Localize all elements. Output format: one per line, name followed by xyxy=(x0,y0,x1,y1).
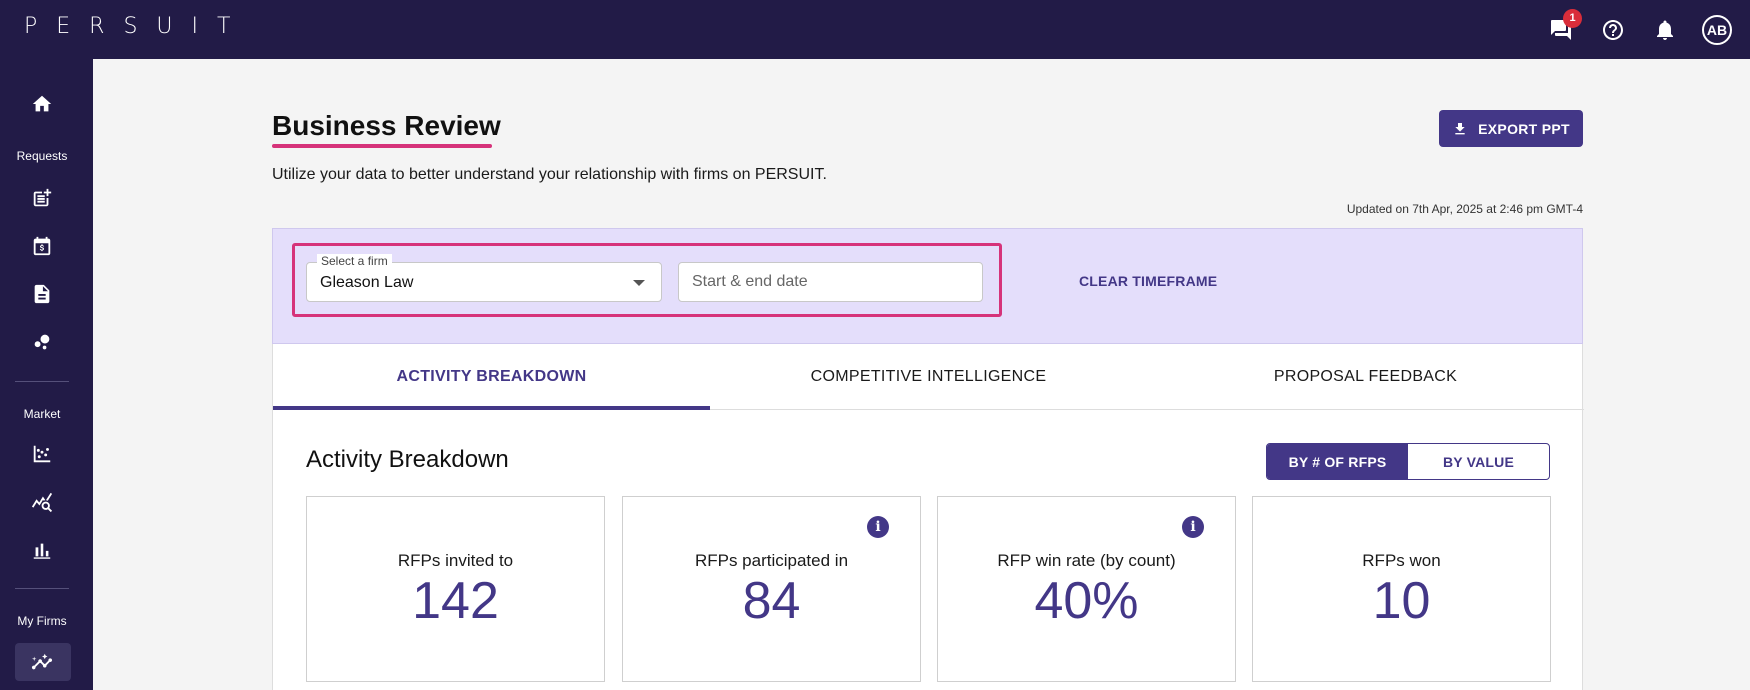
export-ppt-button[interactable]: EXPORT PPT xyxy=(1439,110,1583,147)
sidebar-item-business-review[interactable] xyxy=(26,646,58,678)
stat-label: RFPs participated in xyxy=(694,551,849,570)
notifications-button[interactable] xyxy=(1650,15,1680,45)
stat-label: RFP win rate (by count) xyxy=(997,551,1176,570)
document-icon xyxy=(34,284,50,304)
active-tab-indicator xyxy=(273,406,710,410)
tab-bar: ACTIVITY BREAKDOWN COMPETITIVE INTELLIGE… xyxy=(273,344,1584,410)
insights-icon xyxy=(31,653,53,670)
sidebar-item-bubbles[interactable] xyxy=(26,326,58,358)
stat-value: 40% xyxy=(1034,572,1139,630)
bell-icon xyxy=(1657,20,1673,40)
stat-card-invited: RFPs invited to 142 xyxy=(306,496,605,682)
calendar-dollar-icon xyxy=(33,236,51,256)
help-icon xyxy=(1603,19,1623,40)
sidebar-section-requests: Requests xyxy=(16,149,68,163)
stat-label: RFPs invited to xyxy=(397,551,514,570)
query-stats-icon xyxy=(31,492,53,513)
content-card: ACTIVITY BREAKDOWN COMPETITIVE INTELLIGE… xyxy=(272,344,1584,690)
stat-label: RFPs won xyxy=(1362,551,1441,570)
info-icon[interactable]: i xyxy=(1182,516,1204,538)
by-value-toggle[interactable]: BY VALUE xyxy=(1408,444,1549,479)
tab-activity-breakdown[interactable]: ACTIVITY BREAKDOWN xyxy=(273,344,710,410)
sidebar-item-market-bar-chart[interactable] xyxy=(26,534,58,566)
sidebar-section-market: Market xyxy=(23,407,61,421)
home-icon xyxy=(32,95,52,112)
scatter-chart-icon xyxy=(33,445,51,463)
by-rfps-toggle[interactable]: BY # OF RFPS xyxy=(1267,444,1408,479)
title-underline xyxy=(272,144,492,148)
chevron-down-icon xyxy=(633,280,645,286)
sidebar-item-home[interactable] xyxy=(26,88,58,120)
sidebar-section-my-firms: My Firms xyxy=(17,614,67,628)
updated-timestamp: Updated on 7th Apr, 2025 at 2:46 pm GMT-… xyxy=(1346,202,1583,216)
sidebar-item-pricing-calendar[interactable] xyxy=(26,230,58,262)
firm-select-value: Gleason Law xyxy=(320,274,414,291)
sidebar-item-market-search[interactable] xyxy=(26,486,58,518)
info-icon[interactable]: i xyxy=(867,516,889,538)
stat-card-won: RFPs won 10 xyxy=(1252,496,1551,682)
post-add-icon xyxy=(33,188,52,207)
section-title: Activity Breakdown xyxy=(306,446,509,473)
persuit-logo[interactable]: PERSUIT xyxy=(24,14,249,39)
page-title: Business Review xyxy=(272,110,501,141)
stat-value: 142 xyxy=(412,572,499,630)
stat-card-participated: i RFPs participated in 84 xyxy=(622,496,921,682)
sidebar-item-new-request[interactable] xyxy=(26,182,58,214)
date-range-input[interactable] xyxy=(678,262,983,302)
top-bar: PERSUIT 1 AB xyxy=(0,0,1750,59)
view-toggle: BY # OF RFPS BY VALUE xyxy=(1266,443,1550,480)
top-icons: 1 AB xyxy=(1546,0,1732,59)
tab-competitive-intelligence[interactable]: COMPETITIVE INTELLIGENCE xyxy=(710,344,1147,410)
sidebar-item-market-scatter[interactable] xyxy=(26,438,58,470)
user-avatar[interactable]: AB xyxy=(1702,14,1732,45)
sidebar: Requests Market My Firms xyxy=(0,59,93,690)
sidebar-item-documents[interactable] xyxy=(26,278,58,310)
chat-badge: 1 xyxy=(1563,8,1582,28)
stat-value: 10 xyxy=(1372,572,1431,630)
chat-button[interactable]: 1 xyxy=(1546,8,1582,45)
tab-proposal-feedback[interactable]: PROPOSAL FEEDBACK xyxy=(1147,344,1584,410)
sidebar-divider xyxy=(15,588,69,589)
bubble-chart-icon xyxy=(34,334,50,350)
export-ppt-label: EXPORT PPT xyxy=(1478,120,1570,137)
stat-value: 84 xyxy=(742,572,801,630)
page-subtitle: Utilize your data to better understand y… xyxy=(272,166,827,183)
help-button[interactable] xyxy=(1598,15,1628,45)
firm-select[interactable]: Select a firm Gleason Law xyxy=(306,254,662,302)
clear-timeframe-button[interactable]: CLEAR TIMEFRAME xyxy=(1079,273,1217,289)
firm-select-label: Select a firm xyxy=(317,254,392,268)
bar-chart-icon xyxy=(33,543,51,559)
sidebar-divider xyxy=(15,381,69,382)
download-icon xyxy=(1455,122,1465,134)
stat-card-win-rate: i RFP win rate (by count) 40% xyxy=(937,496,1236,682)
